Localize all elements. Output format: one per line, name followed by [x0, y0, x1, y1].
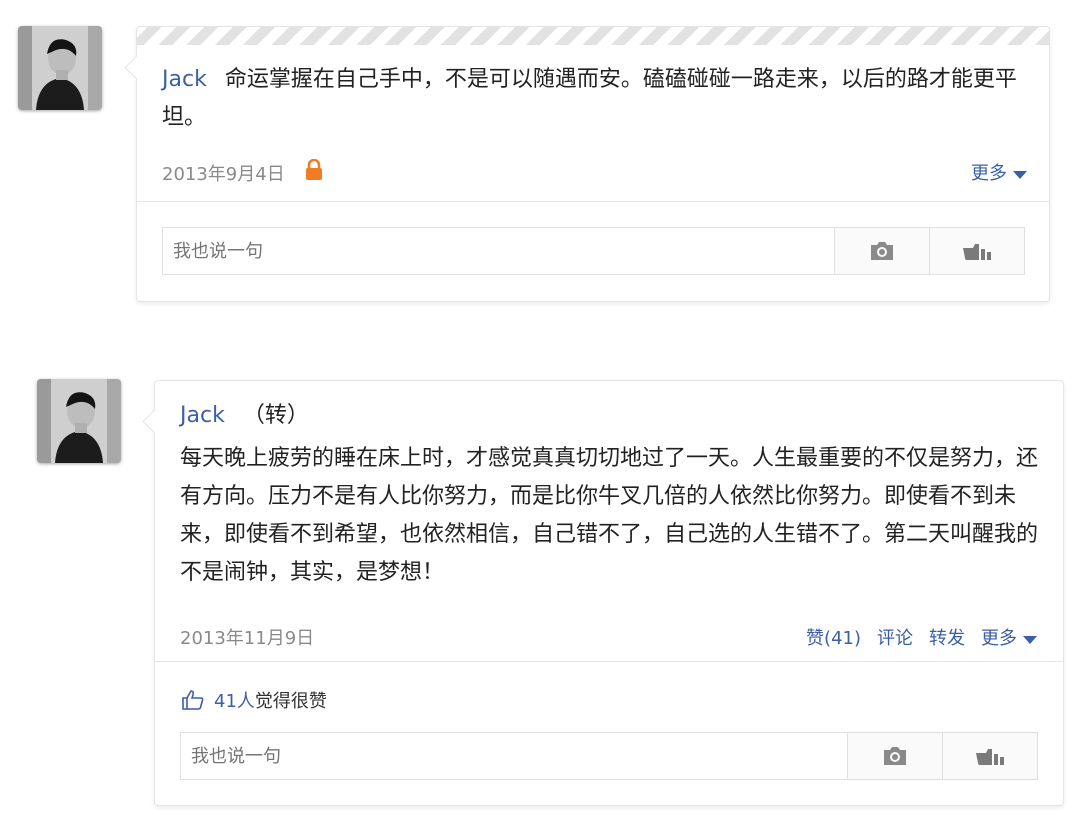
avatar-photo: [37, 379, 121, 463]
camera-button[interactable]: [847, 733, 942, 779]
repost-tag: （转）: [242, 403, 309, 428]
avatar[interactable]: [18, 26, 102, 110]
reply-box: [162, 227, 1025, 275]
reply-box: [180, 732, 1038, 780]
post-date: 2013年9月4日: [162, 163, 285, 185]
post-content: Jack 命运掌握在自己手中，不是可以随遇而安。磕磕碰碰一路走来，以后的路才能更平…: [162, 61, 1032, 137]
avatar-photo: [18, 26, 102, 110]
emoji-button[interactable]: [942, 733, 1037, 779]
reply-input[interactable]: [181, 733, 847, 779]
lock-icon: [305, 158, 323, 186]
camera-icon: [871, 242, 893, 260]
more-menu[interactable]: 更多: [971, 159, 1027, 185]
likes-summary: 41人 觉得很赞: [182, 687, 327, 713]
likes-text: 觉得很赞: [254, 691, 327, 712]
chevron-down-icon: [1023, 635, 1037, 644]
like-link[interactable]: 赞(41): [806, 624, 861, 650]
reply-input[interactable]: [163, 228, 834, 274]
author-link[interactable]: Jack: [180, 403, 225, 428]
comment-link[interactable]: 评论: [877, 624, 913, 650]
likes-count[interactable]: 41人: [214, 687, 255, 713]
post-text: 每天晚上疲劳的睡在床上时，才感觉真真切切地过了一天。人生最重要的不仅是努力，还有…: [180, 446, 1039, 585]
thumb-icon: [976, 749, 1004, 765]
emoji-button[interactable]: [929, 228, 1024, 274]
post-text: 命运掌握在自己手中，不是可以随遇而安。磕磕碰碰一路走来，以后的路才能更平坦。: [162, 67, 1017, 130]
avatar[interactable]: [37, 379, 121, 463]
card-header-stripe: [137, 27, 1049, 45]
author-link[interactable]: Jack: [162, 67, 207, 92]
thumbs-up-icon: [182, 690, 204, 710]
camera-icon: [884, 747, 906, 765]
thumb-icon: [963, 244, 991, 260]
more-menu[interactable]: 更多: [981, 624, 1037, 650]
divider: [137, 201, 1049, 202]
chevron-down-icon: [1013, 170, 1027, 179]
divider: [155, 661, 1063, 662]
forward-link[interactable]: 转发: [929, 624, 965, 650]
post-card: Jack 命运掌握在自己手中，不是可以随遇而安。磕磕碰碰一路走来，以后的路才能更平…: [124, 26, 1050, 302]
post-card: Jack （转） 每天晚上疲劳的睡在床上时，才感觉真真切切地过了一天。人生最重要的…: [142, 380, 1064, 806]
more-label[interactable]: 更多: [971, 163, 1007, 184]
more-label[interactable]: 更多: [981, 628, 1017, 649]
post-date: 2013年11月9日: [180, 628, 315, 649]
camera-button[interactable]: [834, 228, 929, 274]
